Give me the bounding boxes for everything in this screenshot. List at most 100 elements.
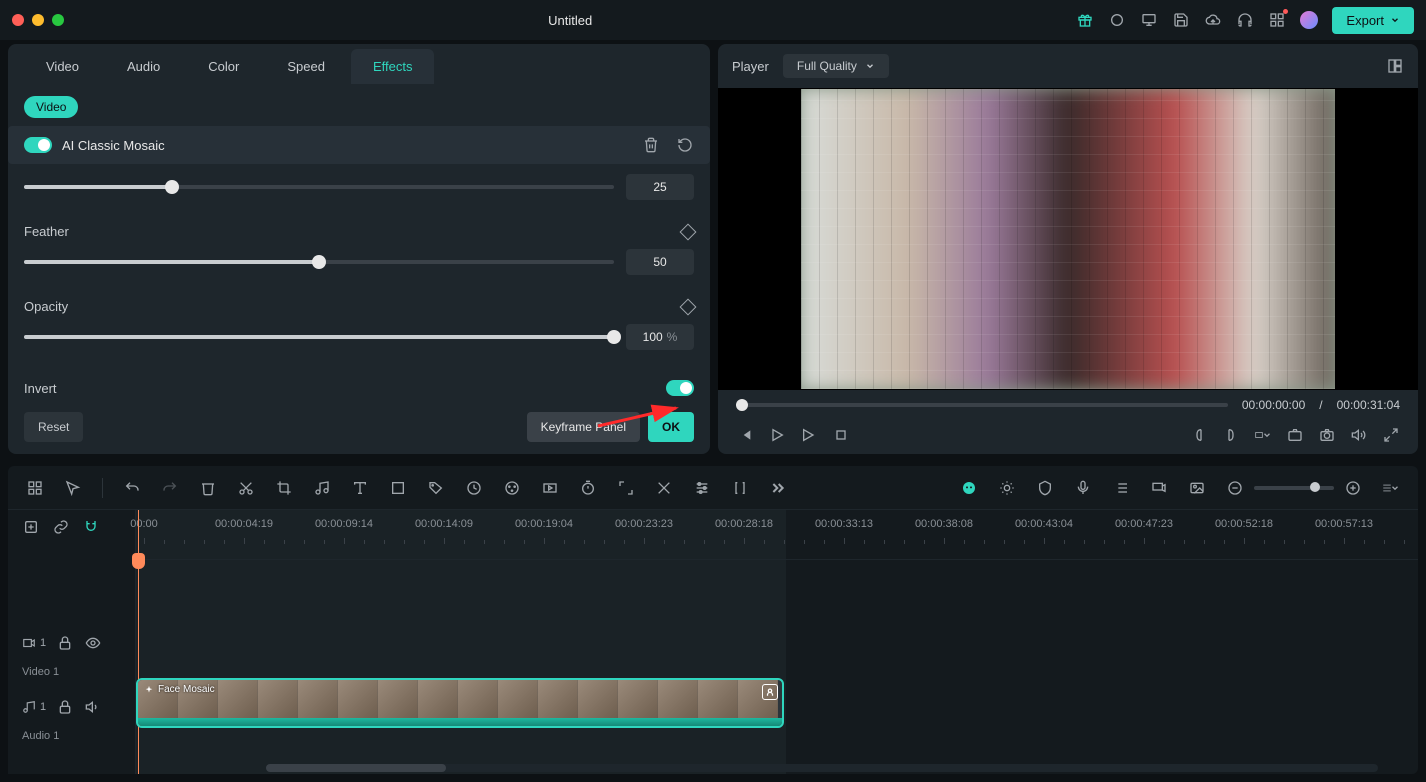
cut-icon[interactable] xyxy=(237,479,255,497)
redo-icon[interactable] xyxy=(161,479,179,497)
add-track-icon[interactable] xyxy=(22,518,40,536)
time-sep: / xyxy=(1319,398,1322,412)
record-icon[interactable] xyxy=(1108,11,1126,29)
invert-toggle[interactable] xyxy=(666,380,694,396)
ai-icon[interactable] xyxy=(960,479,978,497)
video-track-header: 1 Video 1 xyxy=(8,624,135,688)
save-icon[interactable] xyxy=(1172,11,1190,29)
document-title: Untitled xyxy=(64,13,1076,28)
play-icon[interactable] xyxy=(768,426,786,444)
text-icon[interactable] xyxy=(351,479,369,497)
video-clip[interactable]: Face Mosaic xyxy=(136,678,784,728)
time-current: 00:00:00:00 xyxy=(1242,398,1305,412)
apps-icon[interactable] xyxy=(1268,11,1286,29)
arrange-icon[interactable] xyxy=(26,479,44,497)
zoom-slider[interactable] xyxy=(1254,486,1334,490)
effect-enable-toggle[interactable] xyxy=(24,137,52,153)
tag-icon[interactable] xyxy=(427,479,445,497)
feather-slider[interactable] xyxy=(24,260,614,264)
delete-icon[interactable] xyxy=(199,479,217,497)
reset-button[interactable]: Reset xyxy=(24,412,83,442)
expand-icon[interactable] xyxy=(617,479,635,497)
bracket-icon[interactable] xyxy=(731,479,749,497)
gift-icon[interactable] xyxy=(1076,11,1094,29)
zoom-in-icon[interactable] xyxy=(1344,479,1362,497)
shield-icon[interactable] xyxy=(1036,479,1054,497)
size-slider[interactable] xyxy=(24,185,614,189)
chevron-down-icon xyxy=(1390,15,1400,25)
sun-icon[interactable] xyxy=(998,479,1016,497)
keyframe-panel-button[interactable]: Keyframe Panel xyxy=(527,412,640,442)
timeline-toolbar xyxy=(8,466,1418,510)
opacity-value[interactable]: 100 % xyxy=(626,324,694,350)
seek-slider[interactable] xyxy=(736,403,1228,407)
music-icon[interactable] xyxy=(313,479,331,497)
undo-icon[interactable] xyxy=(123,479,141,497)
tab-audio[interactable]: Audio xyxy=(105,49,182,84)
adjust-icon[interactable] xyxy=(693,479,711,497)
lock-icon[interactable] xyxy=(56,634,74,652)
prev-frame-icon[interactable] xyxy=(736,426,754,444)
speaker-icon[interactable] xyxy=(84,698,102,716)
close-window-icon[interactable] xyxy=(12,14,24,26)
effect-name: AI Classic Mosaic xyxy=(62,138,642,153)
tab-effects[interactable]: Effects xyxy=(351,49,435,84)
playhead[interactable] xyxy=(138,510,139,774)
camera-icon[interactable] xyxy=(1318,426,1336,444)
video-preview[interactable] xyxy=(718,88,1418,390)
history-icon[interactable] xyxy=(465,479,483,497)
opacity-keyframe-icon[interactable] xyxy=(680,298,697,315)
zoom-out-icon[interactable] xyxy=(1226,479,1244,497)
reset-icon[interactable] xyxy=(676,136,694,154)
list-icon[interactable] xyxy=(1112,479,1130,497)
quality-select[interactable]: Full Quality xyxy=(783,54,889,78)
track-options-icon[interactable] xyxy=(1382,479,1400,497)
timer-icon[interactable] xyxy=(579,479,597,497)
link-track-icon[interactable] xyxy=(1150,479,1168,497)
mark-in-icon[interactable] xyxy=(1190,426,1208,444)
more-tools-icon[interactable] xyxy=(769,479,787,497)
ok-button[interactable]: OK xyxy=(648,412,694,442)
volume-icon[interactable] xyxy=(1350,426,1368,444)
cloud-icon[interactable] xyxy=(1204,11,1222,29)
link-clips-icon[interactable] xyxy=(52,518,70,536)
minimize-window-icon[interactable] xyxy=(32,14,44,26)
transition-icon[interactable] xyxy=(655,479,673,497)
frame-icon[interactable] xyxy=(389,479,407,497)
desktop-icon[interactable] xyxy=(1140,11,1158,29)
tab-video[interactable]: Video xyxy=(24,49,101,84)
select-icon[interactable] xyxy=(64,479,82,497)
export-button[interactable]: Export xyxy=(1332,7,1414,34)
tab-color[interactable]: Color xyxy=(186,49,261,84)
feather-keyframe-icon[interactable] xyxy=(680,223,697,240)
size-value[interactable]: 25 xyxy=(626,174,694,200)
mark-out-icon[interactable] xyxy=(1222,426,1240,444)
next-frame-icon[interactable] xyxy=(800,426,818,444)
layout-icon[interactable] xyxy=(1386,57,1404,75)
image-icon[interactable] xyxy=(1188,479,1206,497)
lock-icon[interactable] xyxy=(56,698,74,716)
audio-track-icon: 1 xyxy=(22,700,46,714)
trash-icon[interactable] xyxy=(642,136,660,154)
video-pill[interactable]: Video xyxy=(24,96,78,118)
feather-value[interactable]: 50 xyxy=(626,249,694,275)
timeline-scrollbar[interactable] xyxy=(266,764,1378,772)
headphones-icon[interactable] xyxy=(1236,11,1254,29)
aspect-icon[interactable] xyxy=(1254,426,1272,444)
snapshot-icon[interactable] xyxy=(1286,426,1304,444)
magnet-icon[interactable] xyxy=(82,518,100,536)
speed-tool-icon[interactable] xyxy=(541,479,559,497)
avatar[interactable] xyxy=(1300,11,1318,29)
stop-icon[interactable] xyxy=(832,426,850,444)
mic-icon[interactable] xyxy=(1074,479,1092,497)
time-ruler[interactable]: 00:0000:00:04:1900:00:09:1400:00:14:0900… xyxy=(136,510,1418,560)
maximize-window-icon[interactable] xyxy=(52,14,64,26)
color-palette-icon[interactable] xyxy=(503,479,521,497)
fullscreen-icon[interactable] xyxy=(1382,426,1400,444)
opacity-slider[interactable] xyxy=(24,335,614,339)
eye-icon[interactable] xyxy=(84,634,102,652)
crop-icon[interactable] xyxy=(275,479,293,497)
tab-speed[interactable]: Speed xyxy=(265,49,347,84)
opacity-label: Opacity xyxy=(24,299,68,314)
timeline-tracks[interactable]: 00:0000:00:04:1900:00:09:1400:00:14:0900… xyxy=(136,510,1418,774)
